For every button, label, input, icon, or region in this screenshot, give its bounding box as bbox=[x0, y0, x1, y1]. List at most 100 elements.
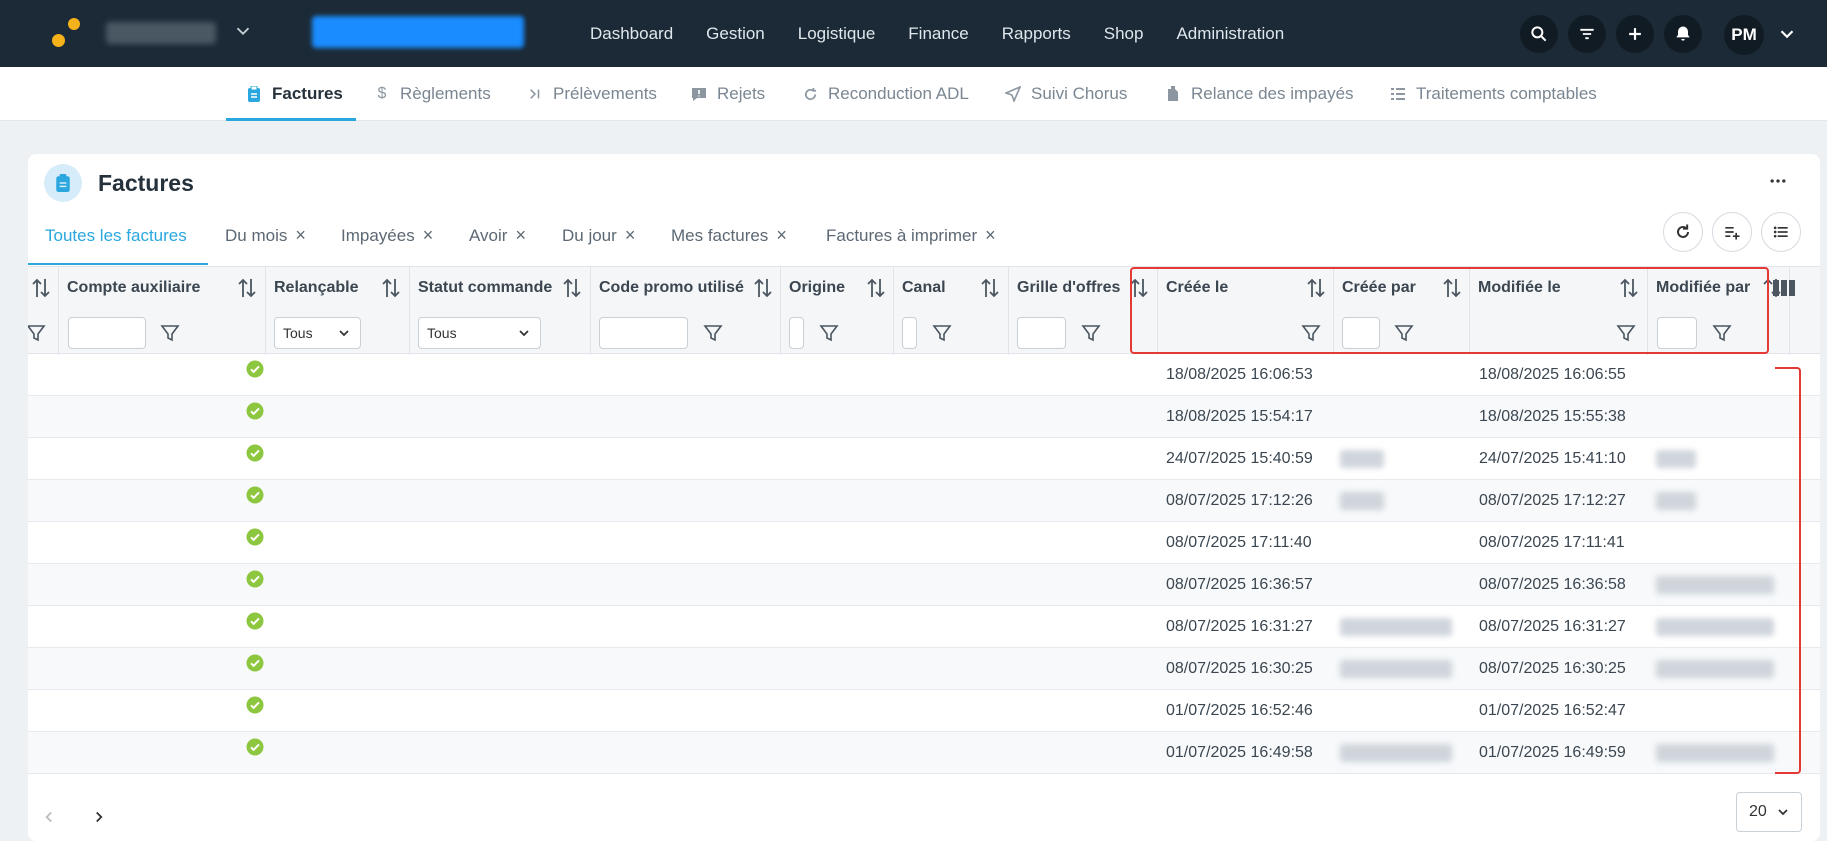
filter-icon[interactable] bbox=[1081, 323, 1101, 343]
view-du-jour[interactable]: Du jour × bbox=[562, 226, 635, 260]
filter-button[interactable] bbox=[1568, 15, 1606, 53]
view-factures-a-imprimer[interactable]: Factures à imprimer × bbox=[826, 226, 996, 260]
clipboard-icon bbox=[246, 86, 262, 102]
subtab-reconduction-adl[interactable]: Reconduction ADL bbox=[802, 67, 969, 121]
check-circle-icon bbox=[246, 738, 264, 756]
table-row[interactable]: 01/07/2025 16:49:58 01/07/2025 16:49:59 bbox=[28, 732, 1820, 774]
sort-icon[interactable] bbox=[381, 277, 401, 299]
canal-filter-input[interactable] bbox=[902, 317, 917, 349]
view-impayees[interactable]: Impayées × bbox=[341, 226, 433, 260]
sort-icon[interactable] bbox=[866, 277, 886, 299]
code-promo-filter-input[interactable] bbox=[599, 317, 688, 349]
more-options-icon[interactable] bbox=[1765, 168, 1791, 194]
statut-commande-filter-select[interactable]: Tous bbox=[418, 317, 541, 349]
sort-icon[interactable] bbox=[237, 277, 257, 299]
sort-icon[interactable] bbox=[753, 277, 773, 299]
filter-icon[interactable] bbox=[703, 323, 723, 343]
bell-icon bbox=[1676, 26, 1690, 41]
refresh-icon bbox=[802, 86, 818, 102]
nav-dashboard[interactable]: Dashboard bbox=[590, 24, 673, 44]
subtab-factures[interactable]: Factures bbox=[246, 67, 343, 121]
check-circle-icon bbox=[246, 486, 264, 504]
column-origine: Origine bbox=[781, 267, 894, 355]
add-view-button[interactable] bbox=[1712, 212, 1752, 252]
columns-toggle-icon[interactable] bbox=[1773, 279, 1795, 297]
view-avoir[interactable]: Avoir × bbox=[469, 226, 526, 260]
rows-per-page-select[interactable]: 20 bbox=[1736, 792, 1802, 832]
close-icon[interactable]: × bbox=[625, 226, 636, 245]
select-value: Tous bbox=[283, 325, 313, 341]
filter-icon[interactable] bbox=[160, 323, 180, 343]
check-circle-icon bbox=[246, 444, 264, 462]
view-mes-factures[interactable]: Mes factures × bbox=[671, 226, 787, 260]
origine-filter-input[interactable] bbox=[789, 317, 804, 349]
subtab-label: Règlements bbox=[400, 84, 491, 103]
table-row[interactable]: 08/07/2025 16:36:57 08/07/2025 16:36:58 bbox=[28, 564, 1820, 606]
cell-creee-par-redacted bbox=[1340, 618, 1452, 636]
nav-rapports[interactable]: Rapports bbox=[1002, 24, 1071, 44]
organization-name-redacted[interactable] bbox=[106, 22, 216, 44]
cell-creee-le: 01/07/2025 16:52:46 bbox=[1166, 702, 1313, 719]
sort-icon[interactable] bbox=[31, 277, 51, 299]
chevron-down-icon[interactable] bbox=[1776, 23, 1798, 45]
table-row[interactable]: 08/07/2025 17:11:40 08/07/2025 17:11:41 bbox=[28, 522, 1820, 564]
grille-offres-filter-input[interactable] bbox=[1017, 317, 1066, 349]
cell-modifiee-le: 18/08/2025 15:55:38 bbox=[1479, 408, 1626, 425]
close-icon[interactable]: × bbox=[515, 226, 526, 245]
search-button[interactable] bbox=[1520, 15, 1558, 53]
subtab-traitements-comptables[interactable]: Traitements comptables bbox=[1390, 67, 1597, 121]
check-circle-icon bbox=[246, 612, 264, 630]
pagination bbox=[28, 792, 1820, 841]
subtab-reglements[interactable]: $ Règlements bbox=[374, 67, 491, 121]
subtab-label: Relance des impayés bbox=[1191, 84, 1354, 103]
table-row[interactable]: 08/07/2025 16:31:27 08/07/2025 16:31:27 bbox=[28, 606, 1820, 648]
subtab-prelevements[interactable]: Prélèvements bbox=[527, 67, 657, 121]
subtab-suivi-chorus[interactable]: Suivi Chorus bbox=[1005, 67, 1127, 121]
filter-lines-icon bbox=[1580, 28, 1594, 40]
relancable-filter-select[interactable]: Tous bbox=[274, 317, 361, 349]
app-logo[interactable] bbox=[48, 16, 82, 50]
cell-modifiee-par-redacted bbox=[1656, 492, 1696, 510]
add-button[interactable] bbox=[1616, 15, 1654, 53]
column-label: Relançable bbox=[274, 279, 359, 296]
clipboard-icon bbox=[44, 164, 82, 202]
user-avatar[interactable]: PM bbox=[1724, 15, 1764, 55]
cell-modifiee-le: 08/07/2025 16:31:27 bbox=[1479, 618, 1626, 635]
list-view-button[interactable] bbox=[1761, 212, 1801, 252]
subtab-rejets[interactable]: Rejets bbox=[691, 67, 765, 121]
nav-finance[interactable]: Finance bbox=[908, 24, 968, 44]
sort-icon[interactable] bbox=[562, 277, 582, 299]
subtab-relance-impayes[interactable]: Relance des impayés bbox=[1165, 67, 1354, 121]
close-icon[interactable]: × bbox=[295, 226, 306, 245]
subtab-label: Prélèvements bbox=[553, 84, 657, 103]
close-icon[interactable]: × bbox=[985, 226, 996, 245]
refresh-button[interactable] bbox=[1663, 212, 1703, 252]
table-row[interactable]: 08/07/2025 17:12:26 08/07/2025 17:12:27 bbox=[28, 480, 1820, 522]
check-circle-icon bbox=[246, 360, 264, 378]
notifications-button[interactable] bbox=[1664, 15, 1702, 53]
previous-page-icon[interactable] bbox=[40, 808, 58, 826]
cell-modifiee-le: 08/07/2025 16:30:25 bbox=[1479, 660, 1626, 677]
nav-logistique[interactable]: Logistique bbox=[798, 24, 876, 44]
filter-icon[interactable] bbox=[28, 323, 46, 343]
highlight-annotation-bracket bbox=[1775, 367, 1801, 774]
next-page-icon[interactable] bbox=[90, 808, 108, 826]
nav-administration[interactable]: Administration bbox=[1176, 24, 1284, 44]
close-icon[interactable]: × bbox=[423, 226, 434, 245]
table-row[interactable]: 18/08/2025 16:06:53 18/08/2025 16:06:55 bbox=[28, 354, 1820, 396]
table-row[interactable]: 24/07/2025 15:40:59 24/07/2025 15:41:10 bbox=[28, 438, 1820, 480]
table-row[interactable]: 08/07/2025 16:30:25 08/07/2025 16:30:25 bbox=[28, 648, 1820, 690]
view-toutes-les-factures[interactable]: Toutes les factures bbox=[45, 226, 187, 260]
filter-icon[interactable] bbox=[932, 323, 952, 343]
nav-shop[interactable]: Shop bbox=[1104, 24, 1144, 44]
sort-icon[interactable] bbox=[980, 277, 1000, 299]
filter-icon[interactable] bbox=[819, 323, 839, 343]
view-du-mois[interactable]: Du mois × bbox=[225, 226, 306, 260]
table-row[interactable]: 01/07/2025 16:52:46 01/07/2025 16:52:47 bbox=[28, 690, 1820, 732]
environment-badge-redacted bbox=[312, 16, 524, 48]
table-row[interactable]: 18/08/2025 15:54:17 18/08/2025 15:55:38 bbox=[28, 396, 1820, 438]
close-icon[interactable]: × bbox=[776, 226, 787, 245]
compte-auxiliaire-filter-input[interactable] bbox=[68, 317, 146, 349]
chevron-down-icon[interactable] bbox=[232, 20, 254, 42]
nav-gestion[interactable]: Gestion bbox=[706, 24, 765, 44]
